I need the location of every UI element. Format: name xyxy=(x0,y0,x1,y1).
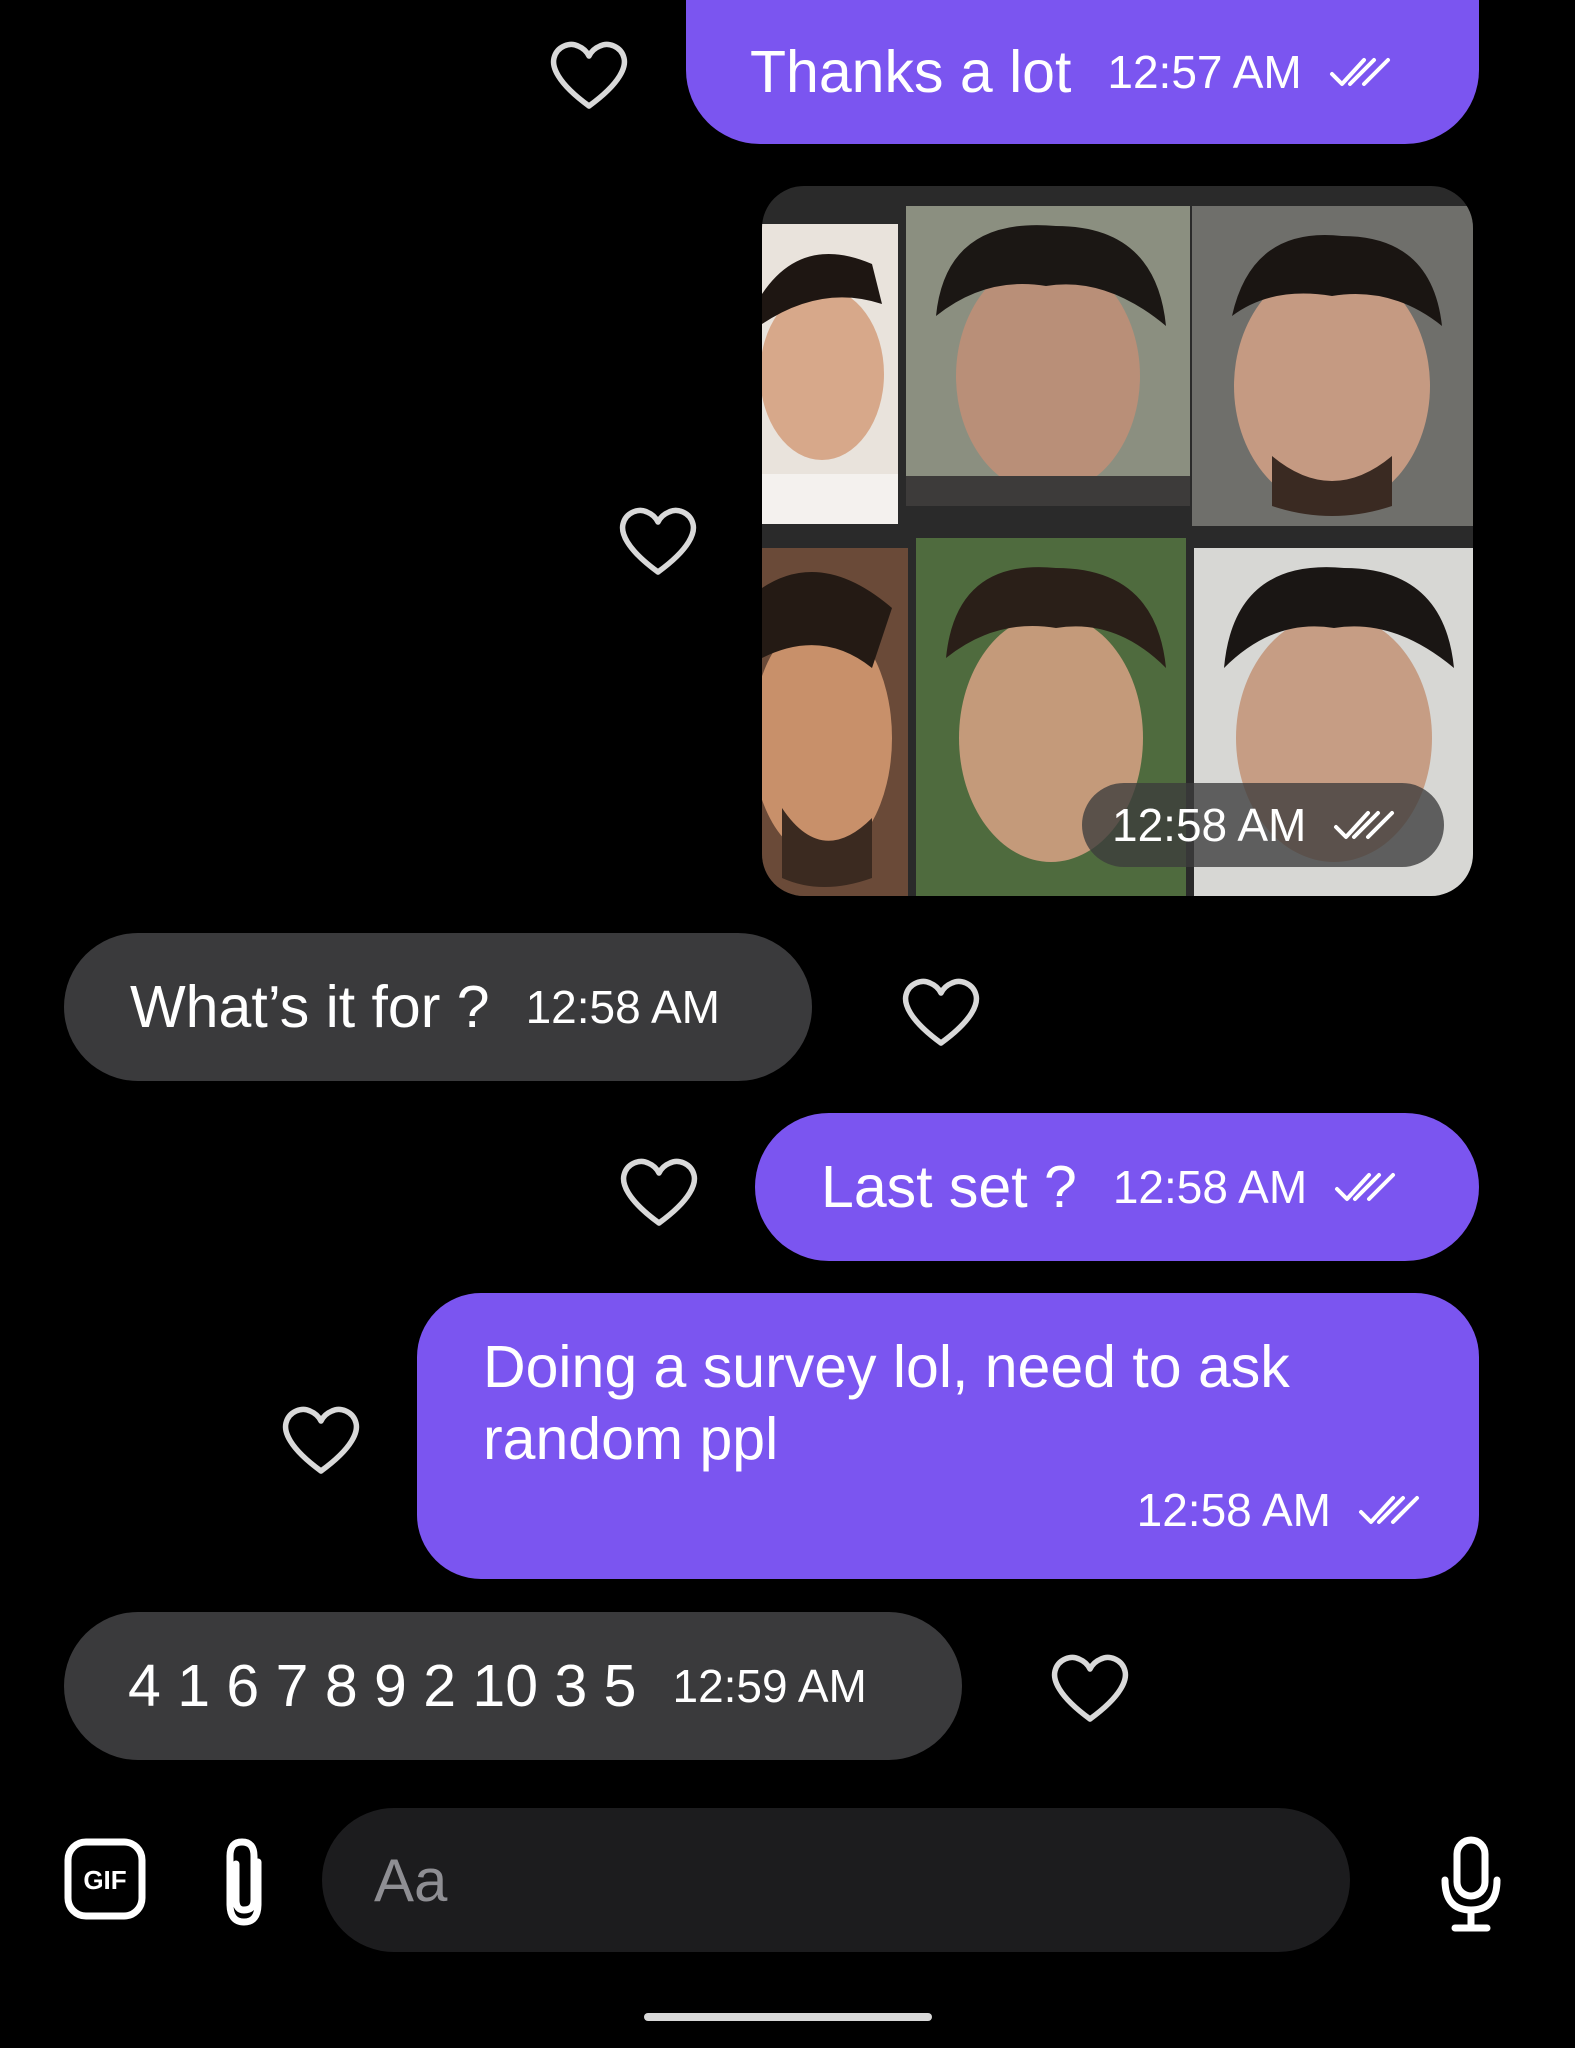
message-text: Thanks a lot xyxy=(750,39,1072,105)
message-input[interactable] xyxy=(372,1844,1276,1916)
heart-icon[interactable] xyxy=(900,975,982,1049)
message-bubble-incoming[interactable]: What’s it for ? 12:58 AM xyxy=(64,933,812,1081)
heart-icon[interactable] xyxy=(618,1155,700,1229)
portrait-photo xyxy=(762,224,898,524)
paperclip-icon xyxy=(226,1838,262,1926)
portrait-photo xyxy=(762,548,908,896)
message-bubble-outgoing[interactable]: Last set ? 12:58 AM xyxy=(755,1113,1479,1261)
portrait-photo xyxy=(1192,206,1473,526)
message-bubble-outgoing[interactable]: Thanks a lot 12:57 AM xyxy=(686,0,1479,144)
photo-timestamp-overlay: 12:58 AM xyxy=(1082,783,1444,867)
svg-text:GIF: GIF xyxy=(83,1865,126,1895)
gif-button[interactable]: GIF xyxy=(64,1838,146,1920)
message-time: 12:58 AM xyxy=(1112,1161,1308,1213)
message-bubble-outgoing[interactable]: Doing a survey lol, need to ask random p… xyxy=(417,1293,1479,1579)
double-check-icon xyxy=(1359,1496,1419,1524)
message-time: 12:59 AM xyxy=(672,1660,867,1712)
message-text: Last set ? xyxy=(821,1154,1077,1220)
message-bubble-incoming[interactable]: 4 1 6 7 8 9 2 10 3 5 12:59 AM xyxy=(64,1612,962,1760)
voice-message-button[interactable] xyxy=(1440,1836,1502,1934)
heart-icon[interactable] xyxy=(617,504,699,578)
home-indicator[interactable] xyxy=(644,2013,932,2021)
double-check-icon xyxy=(1335,1173,1396,1201)
heart-icon[interactable] xyxy=(280,1403,362,1477)
message-text-line: Doing a survey lol, need to ask xyxy=(483,1334,1290,1400)
message-time: 12:58 AM xyxy=(525,981,720,1033)
attach-button[interactable] xyxy=(218,1834,278,1930)
portrait-photo xyxy=(906,206,1190,506)
gif-icon: GIF xyxy=(64,1838,146,1920)
double-check-icon xyxy=(1329,58,1390,86)
heart-icon[interactable] xyxy=(1049,1651,1131,1725)
message-text: 4 1 6 7 8 9 2 10 3 5 xyxy=(128,1653,637,1719)
message-time: 12:58 AM xyxy=(1136,1484,1331,1536)
photo-message[interactable]: 12:58 AM xyxy=(762,186,1473,896)
double-check-icon xyxy=(1334,811,1395,839)
message-time: 12:58 AM xyxy=(1112,799,1307,851)
message-input-container[interactable] xyxy=(322,1808,1350,1952)
microphone-icon xyxy=(1441,1836,1501,1932)
message-time: 12:57 AM xyxy=(1107,46,1302,98)
message-text: What’s it for ? xyxy=(130,974,490,1040)
heart-icon[interactable] xyxy=(548,38,630,112)
message-text-line: random ppl xyxy=(483,1406,779,1472)
